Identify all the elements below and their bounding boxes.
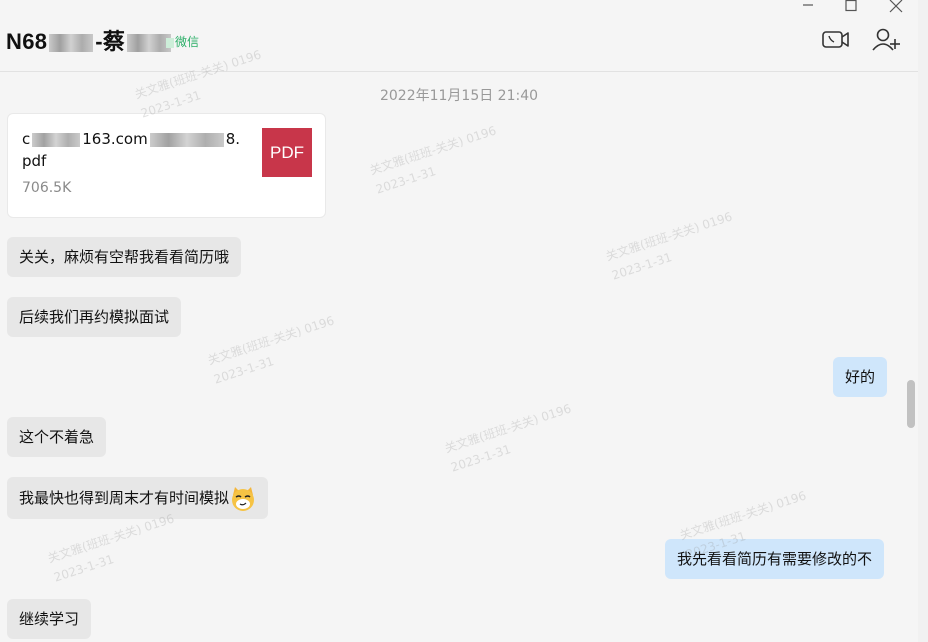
- smirk-cat-emoji: [230, 486, 256, 512]
- redacted-text: [149, 132, 224, 147]
- account-tag: 微信: [166, 33, 199, 50]
- redacted-text: [49, 34, 94, 53]
- message-bubble[interactable]: 我最快也得到周末才有时间模拟: [7, 477, 269, 519]
- video-call-icon[interactable]: [821, 26, 851, 54]
- file-message-card[interactable]: c 163.com 8. pdf 706.5K PDF: [7, 113, 326, 218]
- redacted-text: [127, 34, 172, 53]
- message-bubble[interactable]: 好的: [833, 357, 888, 397]
- message-bubble[interactable]: 继续学习: [7, 599, 92, 639]
- chat-header: N68 -蔡 微信: [0, 0, 918, 72]
- title-prefix: N68: [6, 29, 48, 54]
- title-mid: -蔡: [95, 29, 126, 54]
- add-member-icon[interactable]: [871, 26, 901, 54]
- message-bubble[interactable]: 关关，麻烦有空帮我看看简历哦: [7, 237, 242, 277]
- message-timestamp: 2022年11月15日 21:40: [379, 88, 539, 104]
- message-text: 我最快也得到周末才有时间模拟: [19, 489, 230, 507]
- maximize-icon[interactable]: [839, 0, 863, 16]
- close-icon[interactable]: [884, 0, 908, 16]
- message-list[interactable]: 2022年11月15日 21:40 c 163.com 8. pdf 706.5K P…: [0, 72, 918, 642]
- scrollbar-thumb[interactable]: [907, 380, 915, 428]
- file-size: 706.5K: [22, 180, 72, 196]
- redacted-text: [32, 132, 81, 147]
- message-bubble[interactable]: 后续我们再约模拟面试: [7, 297, 182, 337]
- pdf-file-icon: PDF: [262, 128, 312, 177]
- message-bubble[interactable]: 我先看看简历有需要修改的不: [665, 539, 885, 579]
- scrollbar-track[interactable]: [918, 0, 928, 642]
- chat-title: N68 -蔡: [6, 24, 173, 56]
- minimize-icon[interactable]: [796, 0, 820, 16]
- file-name: c 163.com 8. pdf: [22, 130, 240, 170]
- message-bubble[interactable]: 这个不着急: [7, 417, 107, 457]
